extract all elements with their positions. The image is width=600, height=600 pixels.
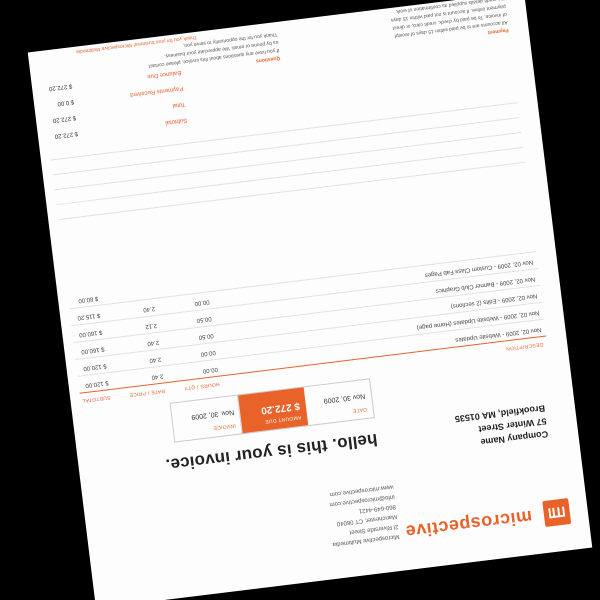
meta-num-label: invoice	[212, 422, 237, 431]
total-value: $ 272.20	[52, 114, 77, 123]
logo-m-icon	[548, 506, 566, 519]
row-rate: 2.12	[144, 321, 158, 330]
bill-to-block: Company Name 57 Winter Street Brookfield…	[454, 401, 549, 451]
invoice-sheet: microspective Microspective Multimedia 2…	[27, 0, 593, 600]
col-description: description	[505, 340, 544, 352]
meta-due-label: amount due	[264, 413, 302, 425]
row-rate: 2.40	[149, 355, 162, 363]
row-qty: 00.00	[194, 298, 210, 307]
total-label: Total	[172, 100, 186, 109]
sender-address: Microspective Multimedia 2l Riverside St…	[326, 481, 400, 549]
divider	[56, 146, 524, 206]
meta-amount-due: amount due $ 272.20	[237, 387, 309, 434]
meta-invoice: invoice Nov. 30, 2009	[173, 395, 243, 441]
logo-mark	[542, 498, 572, 528]
meta-date-value: Nov 30, 2009	[323, 392, 366, 405]
line-items-table: description hours / qty rate / price sub…	[67, 235, 548, 406]
total-label: Subtotal	[164, 116, 188, 126]
total-value: $ 0.00	[57, 98, 75, 107]
meta-due-value: $ 272.20	[260, 400, 301, 416]
col-rate: rate / price	[128, 387, 166, 398]
row-qty: 00.50	[198, 332, 214, 340]
divider	[58, 161, 525, 221]
row-amount: $ 160.00	[78, 328, 103, 338]
row-rate: 2.40	[146, 338, 160, 347]
row-amount: $ 160.00	[80, 345, 105, 355]
meta-num-value: Nov. 30, 2009	[190, 408, 235, 421]
photo-scene: microspective Microspective Multimedia 2…	[0, 0, 600, 600]
row-rate: 2.40	[151, 372, 164, 380]
brand-name: microspective	[404, 506, 534, 543]
row-qty: 00.00	[202, 365, 219, 374]
meta-date-label: date	[352, 405, 368, 414]
divider	[54, 132, 522, 191]
col-subtotal: subtotal	[81, 394, 111, 404]
row-amount: $ 120.00	[84, 379, 109, 388]
row-amount: $ 120.00	[82, 362, 107, 372]
row-rate: 2.40	[142, 304, 156, 313]
row-amount: $ 115.20	[77, 311, 101, 321]
row-amount: $ 80.00	[77, 294, 99, 304]
total-value: $ 272.20	[54, 130, 79, 139]
col-qty: hours / qty	[183, 380, 220, 391]
row-qty: 00.50	[196, 315, 212, 323]
row-qty: 00.00	[200, 348, 216, 357]
meta-date: date Nov 30, 2009	[302, 379, 374, 426]
notes-left-title: Payment	[487, 26, 509, 36]
total-value: $ 272.20	[48, 82, 73, 92]
